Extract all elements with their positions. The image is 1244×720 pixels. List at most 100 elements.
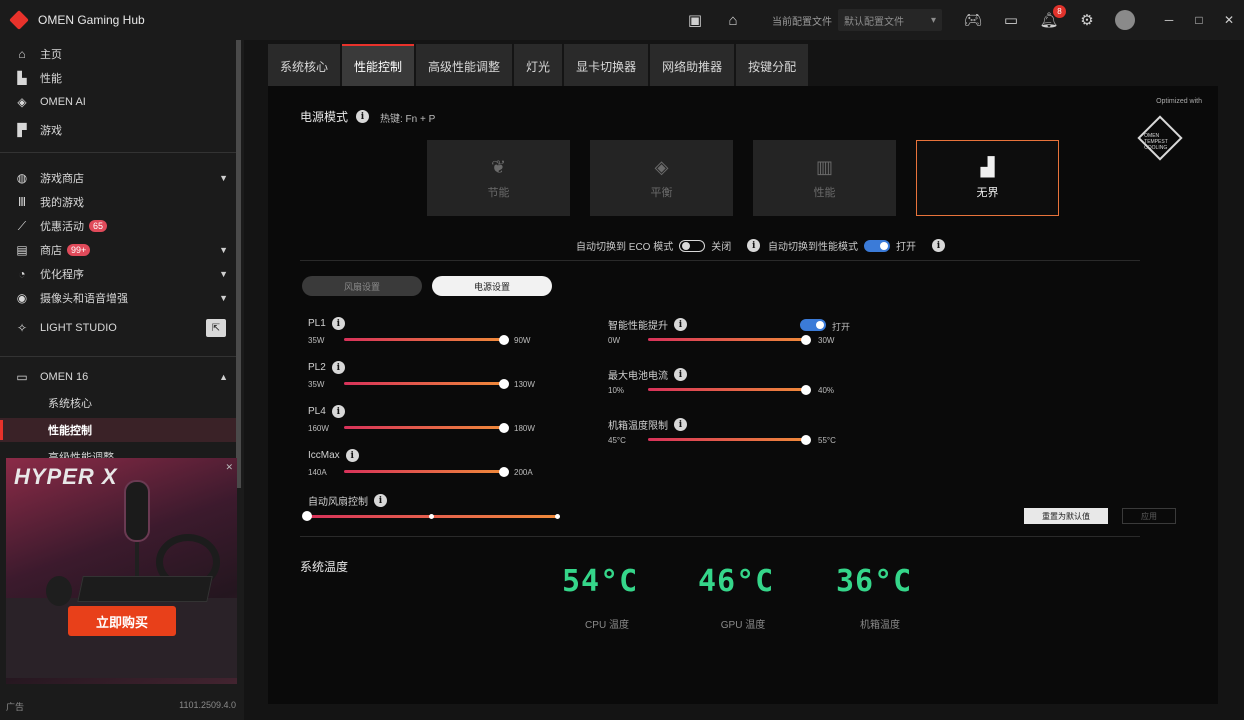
news-icon[interactable]: ▣ xyxy=(684,9,706,31)
camera-icon: ◉ xyxy=(16,291,28,305)
fan-curve-point[interactable] xyxy=(429,514,434,519)
power-settings-tab[interactable]: 电源设置 xyxy=(432,276,552,296)
battery-current-min: 10% xyxy=(608,386,625,395)
sidebar-item-camera-audio[interactable]: ◉ 摄像头和语音增强 ▼ xyxy=(0,286,236,310)
chevron-down-icon: ▼ xyxy=(219,293,228,303)
sidebar-divider xyxy=(0,152,236,153)
hyperx-ad-banner[interactable]: HYPER X ✕ 立即购买 xyxy=(6,458,237,684)
pl4-slider-track[interactable] xyxy=(344,426,504,429)
unleashed-icon: ▟ xyxy=(980,156,995,177)
sidebar-item-optimizer[interactable]: ◔ 优化程序 ▼ xyxy=(0,262,236,286)
sidebar-subitem-performance-control[interactable]: 性能控制 xyxy=(0,418,236,442)
info-icon[interactable]: i xyxy=(747,239,761,252)
home-icon[interactable]: ⌂ xyxy=(722,9,744,31)
auto-performance-toggle[interactable] xyxy=(864,239,890,252)
fan-curve-handle[interactable] xyxy=(302,511,312,521)
gear-icon[interactable]: ⚙ xyxy=(1076,9,1098,31)
balance-icon: ◈ xyxy=(654,156,669,177)
info-icon[interactable]: i xyxy=(932,239,945,252)
info-icon[interactable]: i xyxy=(674,418,687,431)
info-icon[interactable]: i xyxy=(674,318,687,331)
ad-footer: 广告 1101.2509.4.0 xyxy=(0,698,244,716)
info-icon[interactable]: i xyxy=(356,110,370,123)
fan-curve-point[interactable] xyxy=(555,514,560,519)
profile-value: 默认配置文件 xyxy=(844,16,904,28)
optimized-with-label: Optimized with xyxy=(1156,98,1202,105)
iccmax-slider-handle[interactable] xyxy=(499,467,509,477)
pl2-slider-handle[interactable] xyxy=(499,379,509,389)
info-icon[interactable]: i xyxy=(331,405,345,418)
tab-network-booster[interactable]: 网络助推器 xyxy=(650,44,735,86)
fan-settings-tab[interactable]: 风扇设置 xyxy=(302,276,422,296)
pl1-slider-handle[interactable] xyxy=(499,335,509,345)
info-icon[interactable]: i xyxy=(345,449,359,462)
battery-current-slider-handle[interactable] xyxy=(801,385,811,395)
smart-boost-toggle[interactable] xyxy=(800,319,826,331)
sidebar-item-device[interactable]: ▭ OMEN 16 ▲ xyxy=(0,365,236,389)
controller-icon[interactable]: 🎮︎ xyxy=(962,9,984,31)
light-studio-launch-button[interactable]: ⇱ xyxy=(206,319,226,337)
pl2-min: 35W xyxy=(308,380,325,389)
avatar[interactable] xyxy=(1114,9,1136,31)
info-icon[interactable]: i xyxy=(331,317,345,330)
notification-bell-icon[interactable]: 🔔︎ 8 xyxy=(1038,5,1066,31)
tab-performance-control[interactable]: 性能控制 xyxy=(342,44,415,86)
auto-eco-toggle[interactable] xyxy=(679,239,706,252)
sidebar-item-store[interactable]: ▤ 商店 99+ ▼ xyxy=(0,238,236,262)
pl4-min: 160W xyxy=(308,424,329,433)
power-mode-performance[interactable]: ▥ 性能 xyxy=(753,140,896,216)
tab-key-assignment[interactable]: 按键分配 xyxy=(736,44,809,86)
maximize-button[interactable]: □ xyxy=(1184,0,1214,40)
profile-select[interactable]: 默认配置文件 ▾ xyxy=(838,9,942,31)
smart-boost-slider-track[interactable] xyxy=(648,338,806,341)
power-mode-eco[interactable]: ❦ 节能 xyxy=(427,140,570,216)
sidebar-item-omen-ai[interactable]: ◈ OMEN AI xyxy=(0,90,236,114)
apply-button[interactable]: 应用 xyxy=(1122,508,1176,524)
buy-now-button[interactable]: 立即购买 xyxy=(68,606,176,636)
pl1-slider-track[interactable] xyxy=(344,338,504,341)
pl2-slider-track[interactable] xyxy=(344,382,504,385)
info-icon[interactable]: i xyxy=(331,361,345,374)
battery-current-max: 40% xyxy=(818,386,835,395)
pl2-max: 130W xyxy=(514,380,535,389)
sidebar-subitem-system-core[interactable]: 系统核心 xyxy=(0,391,236,415)
ad-label: 广告 xyxy=(6,702,25,712)
info-icon[interactable]: i xyxy=(374,494,387,507)
tab-advanced-tuning[interactable]: 高级性能调整 xyxy=(416,44,513,86)
chassis-temp-max: 55°C xyxy=(818,436,836,445)
pl1-label: PL1 i xyxy=(308,317,345,330)
battery-current-slider-track[interactable] xyxy=(648,388,806,391)
games-library-icon: Ⅲ xyxy=(17,195,27,209)
close-button[interactable]: ✕ xyxy=(1214,0,1244,40)
omen-logo-icon xyxy=(9,10,29,30)
smart-boost-max: 30W xyxy=(818,336,835,345)
tab-lighting[interactable]: 灯光 xyxy=(514,44,563,86)
info-icon[interactable]: i xyxy=(674,368,687,381)
chassis-temp-slider-track[interactable] xyxy=(648,438,806,441)
pl1-min: 35W xyxy=(308,336,325,345)
sidebar-item-light-studio[interactable]: ✧ LIGHT STUDIO ⇱ xyxy=(0,316,236,340)
sidebar-item-deals[interactable]: ⟋ 优惠活动 65 xyxy=(0,214,236,238)
pl4-slider-handle[interactable] xyxy=(499,423,509,433)
chassis-temp-slider-handle[interactable] xyxy=(801,435,811,445)
power-mode-unleashed[interactable]: ▟ 无界 xyxy=(916,140,1059,216)
tab-gpu-switcher[interactable]: 显卡切换器 xyxy=(564,44,649,86)
sidebar-item-performance[interactable]: ▙ 性能 xyxy=(0,66,236,90)
chassis-temp-label-bottom: 机箱温度 xyxy=(860,620,900,631)
ad-microphone-image xyxy=(124,480,150,542)
ad-close-icon[interactable]: ✕ xyxy=(225,462,233,473)
smart-boost-slider-handle[interactable] xyxy=(801,335,811,345)
sidebar-scrollbar[interactable] xyxy=(236,40,241,488)
store-badge: 99+ xyxy=(67,244,91,256)
reset-default-button[interactable]: 重置为默认值 xyxy=(1024,508,1108,524)
minimize-button[interactable]: ─ xyxy=(1154,0,1184,40)
power-mode-balanced[interactable]: ◈ 平衡 xyxy=(590,140,733,216)
sidebar-item-my-games[interactable]: Ⅲ 我的游戏 xyxy=(0,190,236,214)
feedback-icon[interactable]: ▭ xyxy=(1000,9,1022,31)
sidebar-item-home[interactable]: ⌂ 主页 xyxy=(0,42,236,66)
sidebar-item-game-store[interactable]: ◍ 游戏商店 ▼ xyxy=(0,166,236,190)
sidebar-item-games[interactable]: ▛ 游戏 xyxy=(0,118,236,142)
iccmax-slider-track[interactable] xyxy=(344,470,504,473)
tab-system-core[interactable]: 系统核心 xyxy=(268,44,341,86)
iccmax-max: 200A xyxy=(514,468,533,477)
